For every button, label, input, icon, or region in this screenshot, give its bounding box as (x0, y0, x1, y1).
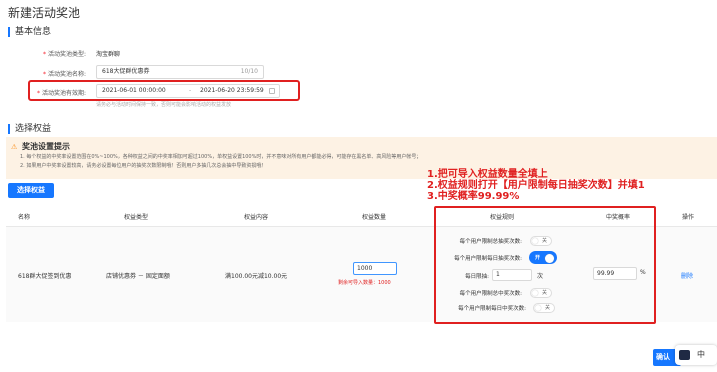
floating-helper-widget[interactable]: 中 (675, 345, 717, 365)
pool-name-char-count: 10/10 (240, 68, 258, 75)
row-content: 满100.00元减10.00元 (225, 273, 288, 280)
delete-link[interactable]: 删除 (681, 271, 693, 280)
warning-title: ⚠ 奖池设置提示 (11, 141, 70, 152)
column-header-content: 权益内容 (244, 214, 269, 221)
pool-name-value: 618大促群优惠券 (102, 68, 150, 75)
column-header-quantity: 权益数量 (362, 214, 387, 221)
pool-type-value: 淘宝群聊 (96, 51, 121, 58)
helper-icon (679, 350, 690, 360)
warning-line-1: 1. 每个权益的中奖率设置范围在0%~100%，各种权益之间的中奖率相加可超过1… (20, 154, 422, 160)
red-annotation-text: 1.把可导入权益数量全填上 2.权益规则打开【用户限制每日抽奖次数】并填1 3.… (427, 169, 645, 202)
column-header-type: 权益类型 (124, 214, 149, 221)
pool-name-input[interactable]: 618大促群优惠券 10/10 (96, 65, 264, 79)
required-mark: * (42, 51, 46, 58)
annotation-line-3: 3.中奖概率99.99% (427, 191, 520, 202)
language-indicator: 中 (697, 350, 705, 359)
row-type: 店铺优惠券 － 固定面额 (106, 273, 170, 280)
pool-name-label-text: 活动奖池名称: (47, 71, 86, 78)
annotation-highlight-rules (434, 206, 656, 324)
annotation-line-1: 1.把可导入权益数量全填上 (427, 169, 548, 180)
row-name: 618群大促签到优惠 (18, 273, 72, 280)
remaining-quantity: 剩余可导入数量：1000 (338, 280, 391, 286)
pool-type-label: * 活动奖池类型: (0, 49, 86, 58)
warning-icon: ⚠ (11, 143, 18, 151)
page-title: 新建活动奖池 (8, 6, 81, 20)
warning-title-text: 奖池设置提示 (22, 142, 70, 151)
column-header-name: 名称 (18, 214, 31, 221)
validity-hint: 请务必与活动时间保持一致，否则可能会影响活动的权益发放 (96, 102, 232, 108)
quantity-input[interactable]: 1000 (353, 262, 397, 275)
annotation-highlight-date (28, 80, 300, 101)
pool-name-label: * 活动奖池名称: (0, 69, 86, 78)
required-mark: * (42, 71, 46, 78)
column-header-action: 操作 (682, 214, 695, 221)
pool-type-label-text: 活动奖池类型: (47, 51, 86, 58)
section-title-select-rights: 选择权益 (8, 124, 51, 134)
select-rights-button[interactable]: 选择权益 (8, 183, 54, 198)
warning-line-2: 2. 如果用户中奖率设置较高，请务必设置每位用户的抽奖次数限制哦！否则用户多抽几… (20, 163, 267, 169)
section-title-basic-info: 基本信息 (8, 27, 51, 37)
annotation-line-2: 2.权益规则打开【用户限制每日抽奖次数】并填1 (427, 180, 645, 191)
